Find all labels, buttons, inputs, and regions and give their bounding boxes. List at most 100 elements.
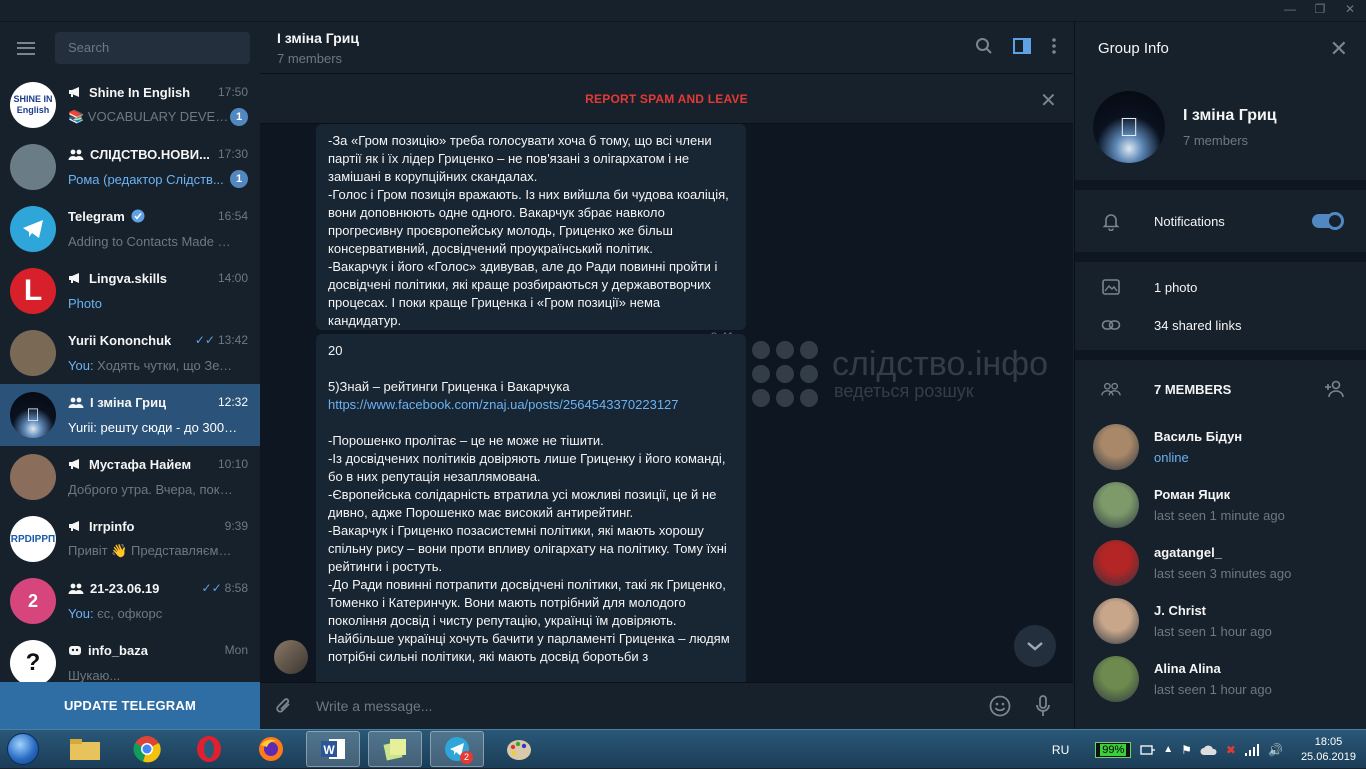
group-icon	[68, 583, 84, 594]
member-list: Василь Бідун online Роман Яцик last seen 1 …	[1075, 418, 1366, 708]
group-info-title: Group Info	[1098, 39, 1169, 57]
paint-taskbar-button[interactable]	[492, 731, 546, 767]
window-controls: — ❐ ✕	[1282, 2, 1358, 16]
clock[interactable]: 18:05 25.06.2019	[1301, 735, 1356, 765]
message-link[interactable]: https://www.facebook.com/znaj.ua/posts/2…	[328, 397, 679, 412]
group-info-panel: Group Info ✕  І зміна Гриц 7 members No…	[1074, 22, 1366, 729]
member-list-item[interactable]: agatangel_ last seen 3 minutes ago	[1075, 534, 1366, 592]
search-input[interactable]: Search	[55, 32, 250, 64]
chat-header[interactable]: І зміна Гриц 7 members	[260, 22, 1073, 74]
signal-strength-icon[interactable]	[1244, 743, 1260, 756]
chat-name: Shine In English	[68, 85, 190, 100]
shared-links-row[interactable]: 34 shared links	[1075, 306, 1366, 344]
message-list: -За «Гром позицію» треба голосувати хоча…	[260, 124, 1073, 682]
system-tray: RU 99% ▲ ⚑ ✖ 🔊 18:05 25.06.2019	[1052, 730, 1366, 769]
firefox-taskbar-button[interactable]	[244, 731, 298, 767]
chat-list-item[interactable]: Мустафа Найем 10:10 Доброго утра. Вчера, п…	[0, 446, 260, 508]
chat-list-item[interactable]: Telegram 16:54 Adding to Contacts Made Ea.…	[0, 198, 260, 260]
cloud-sync-icon[interactable]	[1200, 744, 1218, 756]
chat-list: SHINE IN English Shine In English 17:50 📚 V…	[0, 74, 260, 694]
members-header: 7 MEMBERS	[1075, 360, 1366, 418]
start-button[interactable]	[0, 730, 46, 769]
telegram-plane-icon	[23, 220, 43, 238]
minimize-icon[interactable]: —	[1282, 2, 1298, 16]
double-check-icon: ✓✓	[201, 581, 222, 595]
unread-badge: 1	[230, 170, 248, 188]
chat-list-item[interactable]: СЛІДСТВО.НОВИ... 17:30 Рома (редактор Слід…	[0, 136, 260, 198]
message-bubble[interactable]: -За «Гром позицію» треба голосувати хоча…	[316, 124, 746, 344]
battery-indicator[interactable]: 99%	[1095, 741, 1132, 758]
search-icon[interactable]	[975, 37, 993, 55]
chat-avatar	[10, 206, 56, 252]
microphone-icon[interactable]	[1035, 695, 1051, 717]
telegram-taskbar-button[interactable]: 2	[430, 731, 484, 767]
sidebar-toggle-icon[interactable]	[1013, 38, 1031, 54]
member-name: Василь Бідун	[1154, 429, 1243, 444]
volume-icon[interactable]: 🔊	[1268, 743, 1283, 757]
channel-icon	[69, 459, 79, 469]
tray-expand-icon[interactable]: ▲	[1163, 744, 1173, 755]
member-name: agatangel_	[1154, 545, 1222, 560]
opera-taskbar-button[interactable]	[182, 731, 236, 767]
add-member-icon[interactable]	[1324, 380, 1346, 398]
language-indicator[interactable]: RU	[1052, 743, 1069, 757]
channel-icon	[69, 521, 79, 531]
chat-list-item[interactable]: SHINE IN English Shine In English 17:50 📚 V…	[0, 74, 260, 136]
member-list-item[interactable]: J. Christ last seen 1 hour ago	[1075, 592, 1366, 650]
member-avatar	[1093, 482, 1139, 528]
notifications-row[interactable]: Notifications	[1075, 190, 1366, 252]
message-bubble[interactable]: 20 5)Знай – рейтинги Гриценка і Вакарчук…	[316, 334, 746, 682]
word-taskbar-button[interactable]: W	[306, 731, 360, 767]
report-spam-button[interactable]: REPORT SPAM AND LEAVE	[585, 92, 748, 106]
attach-icon[interactable]	[274, 695, 294, 717]
chat-list-item[interactable]: Yurii Kononchuk ✓✓ 13:42 You: Ходять чутки,…	[0, 322, 260, 384]
notifications-label: Notifications	[1154, 213, 1225, 229]
chat-time: ✓✓ 8:58	[201, 581, 248, 595]
more-options-icon[interactable]	[1051, 38, 1057, 54]
chat-name: Irrpinfo	[68, 519, 135, 534]
chat-list-item[interactable]: 2 21-23.06.19 ✓✓ 8:58 You: єс, офкорс	[0, 570, 260, 632]
safely-remove-hardware-icon[interactable]: ✖	[1226, 743, 1236, 757]
close-icon[interactable]: ✕	[1040, 88, 1057, 113]
member-list-item[interactable]: Василь Бідун online	[1075, 418, 1366, 476]
sticky-notes-icon	[383, 739, 406, 761]
chrome-taskbar-button[interactable]	[120, 731, 174, 767]
chat-members-count: 7 members	[277, 51, 343, 66]
shared-photos-row[interactable]: 1 photo	[1075, 268, 1366, 306]
menu-icon[interactable]	[17, 41, 35, 55]
chat-list-item[interactable]: L Lingva.skills 14:00 Photo	[0, 260, 260, 322]
emoji-icon[interactable]	[989, 695, 1011, 717]
message-text: 20 5)Знай – рейтинги Гриценка і Вакарчук…	[328, 343, 570, 394]
chat-avatar: RPDIPPП	[10, 516, 56, 562]
action-center-flag-icon[interactable]: ⚑	[1181, 743, 1192, 757]
sticky-notes-taskbar-button[interactable]	[368, 731, 422, 767]
chat-time: Mon	[224, 643, 248, 657]
chat-title: І зміна Гриц	[277, 30, 359, 46]
chat-list-item[interactable]: RPDIPPП Irrpinfo 9:39 Привіт 👋 Представляєм…	[0, 508, 260, 570]
channel-icon	[69, 273, 79, 283]
word-icon: W	[321, 739, 345, 759]
close-icon[interactable]: ✕	[1330, 36, 1348, 62]
update-telegram-button[interactable]: UPDATE TELEGRAM	[0, 682, 260, 729]
chat-preview: Рома (редактор Слідств...	[68, 171, 224, 187]
restore-icon[interactable]: ❐	[1312, 2, 1328, 16]
sender-avatar[interactable]	[274, 640, 308, 674]
message-input[interactable]: Write a message...	[316, 698, 989, 714]
battery-level: 99%	[1100, 743, 1127, 756]
scroll-down-button[interactable]	[1014, 625, 1056, 667]
members-count-label: 7 MEMBERS	[1154, 381, 1232, 397]
member-list-item[interactable]: Роман Яцик last seen 1 minute ago	[1075, 476, 1366, 534]
chat-list-item[interactable]:  І зміна Гриц 12:32 Yurii: решту сюди - до…	[0, 384, 260, 446]
explorer-taskbar-button[interactable]	[58, 731, 112, 767]
message-composer: Write a message...	[260, 682, 1073, 729]
members-icon	[1101, 382, 1121, 396]
group-avatar[interactable]: 	[1093, 91, 1165, 163]
windows-logo-icon	[7, 733, 39, 765]
notifications-toggle[interactable]	[1312, 212, 1344, 230]
network-adapter-icon[interactable]	[1139, 743, 1156, 757]
close-icon[interactable]: ✕	[1342, 2, 1358, 16]
member-name: Alina Alina	[1154, 661, 1221, 676]
shared-photos-label: 1 photo	[1154, 279, 1198, 295]
member-list-item[interactable]: Alina Alina last seen 1 hour ago	[1075, 650, 1366, 708]
group-profile:  І зміна Гриц 7 members	[1075, 74, 1366, 180]
